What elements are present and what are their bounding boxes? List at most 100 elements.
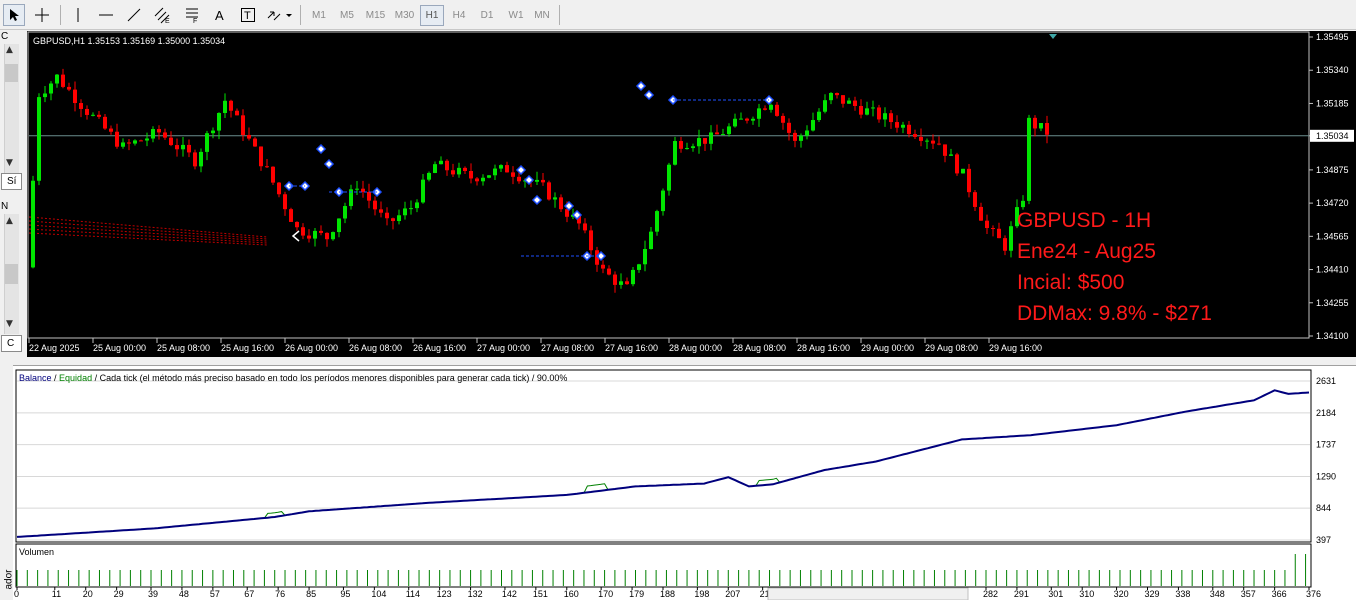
timeframe-m30[interactable]: M30 [391,5,418,26]
candle-bear [235,110,239,116]
overlay-line-3: Incial: $500 [1017,271,1124,294]
equidistant-channel-icon[interactable]: E [151,4,173,26]
candle-bear [67,86,71,90]
candle-bull [421,179,425,203]
candle-bull [643,249,647,265]
candle-bull [649,231,653,250]
candle-bear [283,194,287,210]
candle-bear [919,136,923,141]
scroll-down-icon[interactable]: ▼ [6,319,13,329]
candle-bear [589,230,593,251]
tester-x-label: 188 [660,589,675,599]
candle-bear [937,143,941,145]
candle-bear [517,176,521,182]
candle-bear [475,178,479,182]
timeframe-m5[interactable]: M5 [335,5,359,26]
candle-bull [925,140,929,142]
timeframe-mn[interactable]: MN [530,5,554,26]
candle-bear [259,146,263,167]
scrollbar-thumb[interactable] [5,264,18,284]
candle-bull [439,160,443,165]
candle-bear [505,165,509,173]
candle-bull [1039,123,1043,129]
price-label: 1.34720 [1316,198,1349,208]
candle-bear [853,100,857,106]
candle-bear [295,221,299,228]
candle-bull [427,172,431,180]
tester-x-label: 123 [437,589,452,599]
candle-bear [163,132,167,138]
tester-graph: Balance / Equidad / Cada tick (el método… [13,365,1356,600]
trendline-icon[interactable] [123,4,145,26]
price-chart[interactable]: 1.35495 1.35340 1.35185 1.35034 1.34875 1.347… [27,31,1356,357]
candle-bull [733,118,737,127]
tester-x-label: 329 [1145,589,1160,599]
candle-bear [877,107,881,120]
svg-text:A: A [215,8,224,22]
candle-bear [79,103,83,109]
candle-bull [331,232,335,240]
tester-x-label: 291 [1014,589,1029,599]
candle-bear [265,166,269,168]
candle-bear [913,134,917,137]
overlay-line-2: Ene24 - Aug25 [1017,240,1156,263]
candle-bear [445,160,449,171]
candle-bear [625,281,629,285]
candle-bull [961,168,965,174]
price-label: 1.35495 [1316,32,1349,42]
candle-bear [277,182,281,195]
price-label: 1.34565 [1316,231,1349,241]
tester-x-label: 142 [502,589,517,599]
candle-bull [37,97,41,181]
cursor-icon[interactable] [3,4,25,26]
candle-bear [307,235,311,239]
price-label: 1.34100 [1316,331,1349,341]
candle-bear [139,140,143,142]
tester-x-label: 0 [14,589,19,599]
tester-x-label: 67 [244,589,254,599]
metatrader-window: E F A T M1 M5 M15 M30 H1 H4 D1 W1 MN C ▲… [0,0,1356,600]
candle-bear [115,131,119,147]
candle-bear [955,154,959,174]
panel-tab[interactable]: C [1,335,22,352]
candle-bull [181,144,185,150]
horizontal-line-icon[interactable] [95,4,117,26]
candle-bull [829,93,833,101]
timeframe-w1[interactable]: W1 [504,5,528,26]
arrows-icon[interactable] [264,4,294,26]
candle-bull [1027,117,1031,201]
candle-bull [667,164,671,191]
candle-bear [607,268,611,275]
timeframe-h1[interactable]: H1 [420,5,444,26]
scroll-down-icon[interactable]: ▼ [6,158,13,168]
tester-x-label: 320 [1114,589,1129,599]
side-tab-label[interactable]: ador [4,565,15,595]
scrollbar-thumb[interactable] [5,64,18,82]
time-label: 29 Aug 00:00 [861,343,914,353]
candle-bull [811,120,815,131]
timeframe-m15[interactable]: M15 [362,5,389,26]
text-icon[interactable]: A [209,4,231,26]
panel-tab[interactable]: Sí [1,173,22,190]
candle-bear [469,171,473,179]
candle-bull [481,177,485,182]
candle-bull [799,135,803,141]
candle-bull [655,211,659,232]
timeframe-h4[interactable]: H4 [447,5,471,26]
vertical-line-icon[interactable] [67,4,89,26]
scroll-up-icon[interactable]: ▲ [6,216,13,226]
crosshair-icon[interactable] [31,4,53,26]
candle-bull [337,218,341,233]
candle-bear [967,168,971,193]
candle-bear [745,118,749,121]
scroll-up-icon[interactable]: ▲ [6,45,13,55]
candle-bear [325,232,329,240]
timeframe-m1[interactable]: M1 [307,5,331,26]
candle-bull [739,118,743,120]
timeframe-d1[interactable]: D1 [475,5,499,26]
tester-scrollbar[interactable] [767,587,969,600]
tester-x-label: 132 [468,589,483,599]
fibonacci-icon[interactable]: F [181,4,203,26]
candle-bear [943,144,947,156]
text-label-icon[interactable]: T [237,4,259,26]
